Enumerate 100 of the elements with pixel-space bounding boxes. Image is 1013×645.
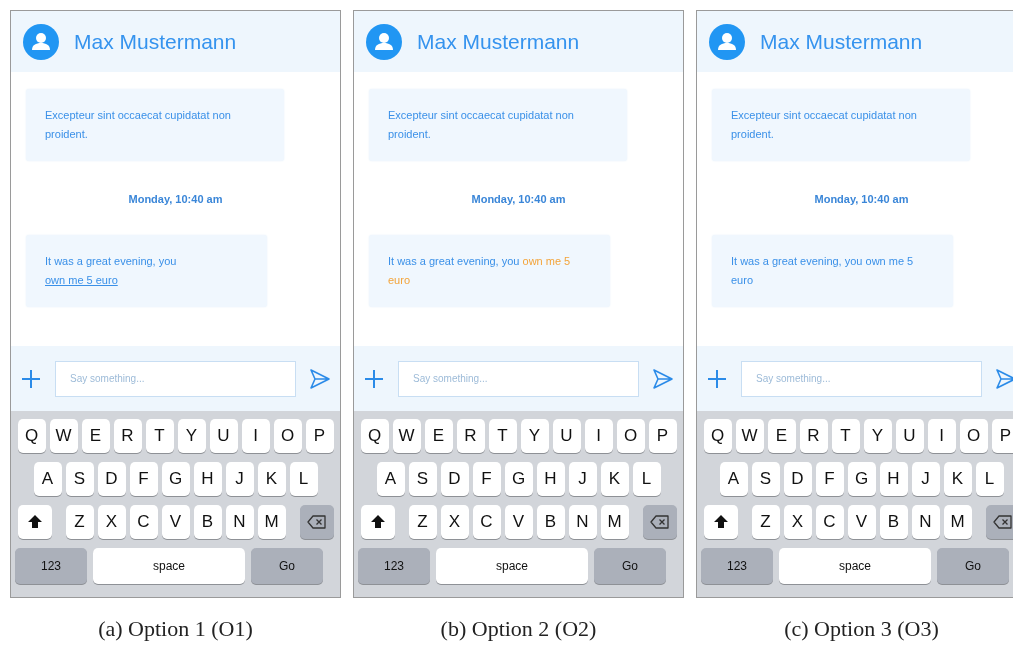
key[interactable]: J [568, 462, 597, 496]
key[interactable]: T [145, 419, 174, 453]
key[interactable]: J [225, 462, 254, 496]
key[interactable]: Q [360, 419, 389, 453]
send-icon[interactable] [651, 366, 675, 391]
key[interactable]: 123 [15, 548, 87, 584]
key[interactable]: T [488, 419, 517, 453]
key[interactable]: O [273, 419, 302, 453]
key[interactable]: G [847, 462, 876, 496]
key[interactable]: 123 [701, 548, 773, 584]
key[interactable]: B [193, 505, 222, 539]
key[interactable]: P [305, 419, 334, 453]
send-icon[interactable] [308, 366, 332, 391]
key[interactable]: Go [251, 548, 323, 584]
key[interactable]: S [408, 462, 437, 496]
key[interactable]: L [289, 462, 318, 496]
key[interactable]: T [831, 419, 860, 453]
key[interactable]: E [424, 419, 453, 453]
backspace-key[interactable] [985, 505, 1013, 539]
key[interactable]: J [911, 462, 940, 496]
key[interactable]: G [161, 462, 190, 496]
key[interactable]: E [81, 419, 110, 453]
key[interactable]: Go [594, 548, 666, 584]
key[interactable]: P [991, 419, 1013, 453]
key[interactable]: F [472, 462, 501, 496]
key[interactable]: R [456, 419, 485, 453]
key[interactable]: V [161, 505, 190, 539]
key[interactable]: A [376, 462, 405, 496]
key[interactable]: W [49, 419, 78, 453]
key[interactable]: N [225, 505, 254, 539]
key[interactable]: N [568, 505, 597, 539]
key[interactable]: Q [703, 419, 732, 453]
key[interactable]: P [648, 419, 677, 453]
key[interactable]: L [975, 462, 1004, 496]
key[interactable]: Z [65, 505, 94, 539]
key[interactable]: Y [520, 419, 549, 453]
key[interactable]: D [440, 462, 469, 496]
key[interactable]: K [257, 462, 286, 496]
space-key[interactable]: space [436, 548, 588, 584]
key[interactable]: M [600, 505, 629, 539]
key[interactable]: Q [17, 419, 46, 453]
shift-key[interactable] [360, 505, 395, 539]
backspace-key[interactable] [642, 505, 677, 539]
key[interactable]: O [616, 419, 645, 453]
key[interactable]: C [815, 505, 844, 539]
key[interactable]: U [209, 419, 238, 453]
caption: (b) Option 2 (O2) [439, 616, 598, 642]
key[interactable]: E [767, 419, 796, 453]
key[interactable]: S [751, 462, 780, 496]
key[interactable]: S [65, 462, 94, 496]
key[interactable]: X [783, 505, 812, 539]
key[interactable]: H [536, 462, 565, 496]
key[interactable]: Z [408, 505, 437, 539]
key[interactable]: Z [751, 505, 780, 539]
key[interactable]: W [735, 419, 764, 453]
space-key[interactable]: space [93, 548, 245, 584]
key[interactable]: O [959, 419, 988, 453]
key[interactable]: I [584, 419, 613, 453]
key[interactable]: Y [177, 419, 206, 453]
key[interactable]: V [847, 505, 876, 539]
shift-key[interactable] [703, 505, 738, 539]
key[interactable]: F [815, 462, 844, 496]
key[interactable]: F [129, 462, 158, 496]
key[interactable]: U [895, 419, 924, 453]
key[interactable]: W [392, 419, 421, 453]
key[interactable]: D [97, 462, 126, 496]
key[interactable]: X [440, 505, 469, 539]
key[interactable]: L [632, 462, 661, 496]
key[interactable]: R [799, 419, 828, 453]
space-key[interactable]: space [779, 548, 931, 584]
key[interactable]: K [600, 462, 629, 496]
key[interactable]: R [113, 419, 142, 453]
message-input[interactable]: Say something... [55, 360, 296, 397]
key[interactable]: V [504, 505, 533, 539]
key[interactable]: A [33, 462, 62, 496]
key[interactable]: H [879, 462, 908, 496]
key[interactable]: X [97, 505, 126, 539]
message-input[interactable]: Say something... [741, 360, 982, 397]
key[interactable]: Go [937, 548, 1009, 584]
key[interactable]: D [783, 462, 812, 496]
key[interactable]: C [472, 505, 501, 539]
key[interactable]: B [536, 505, 565, 539]
key[interactable]: M [943, 505, 972, 539]
key[interactable]: N [911, 505, 940, 539]
backspace-key[interactable] [299, 505, 334, 539]
shift-key[interactable] [17, 505, 52, 539]
key[interactable]: Y [863, 419, 892, 453]
key[interactable]: C [129, 505, 158, 539]
key[interactable]: U [552, 419, 581, 453]
key[interactable]: I [927, 419, 956, 453]
key[interactable]: 123 [358, 548, 430, 584]
key[interactable]: B [879, 505, 908, 539]
key[interactable]: M [257, 505, 286, 539]
key[interactable]: G [504, 462, 533, 496]
message-input[interactable]: Say something... [398, 360, 639, 397]
key[interactable]: H [193, 462, 222, 496]
key[interactable]: I [241, 419, 270, 453]
key[interactable]: A [719, 462, 748, 496]
key[interactable]: K [943, 462, 972, 496]
send-icon[interactable] [994, 366, 1013, 391]
